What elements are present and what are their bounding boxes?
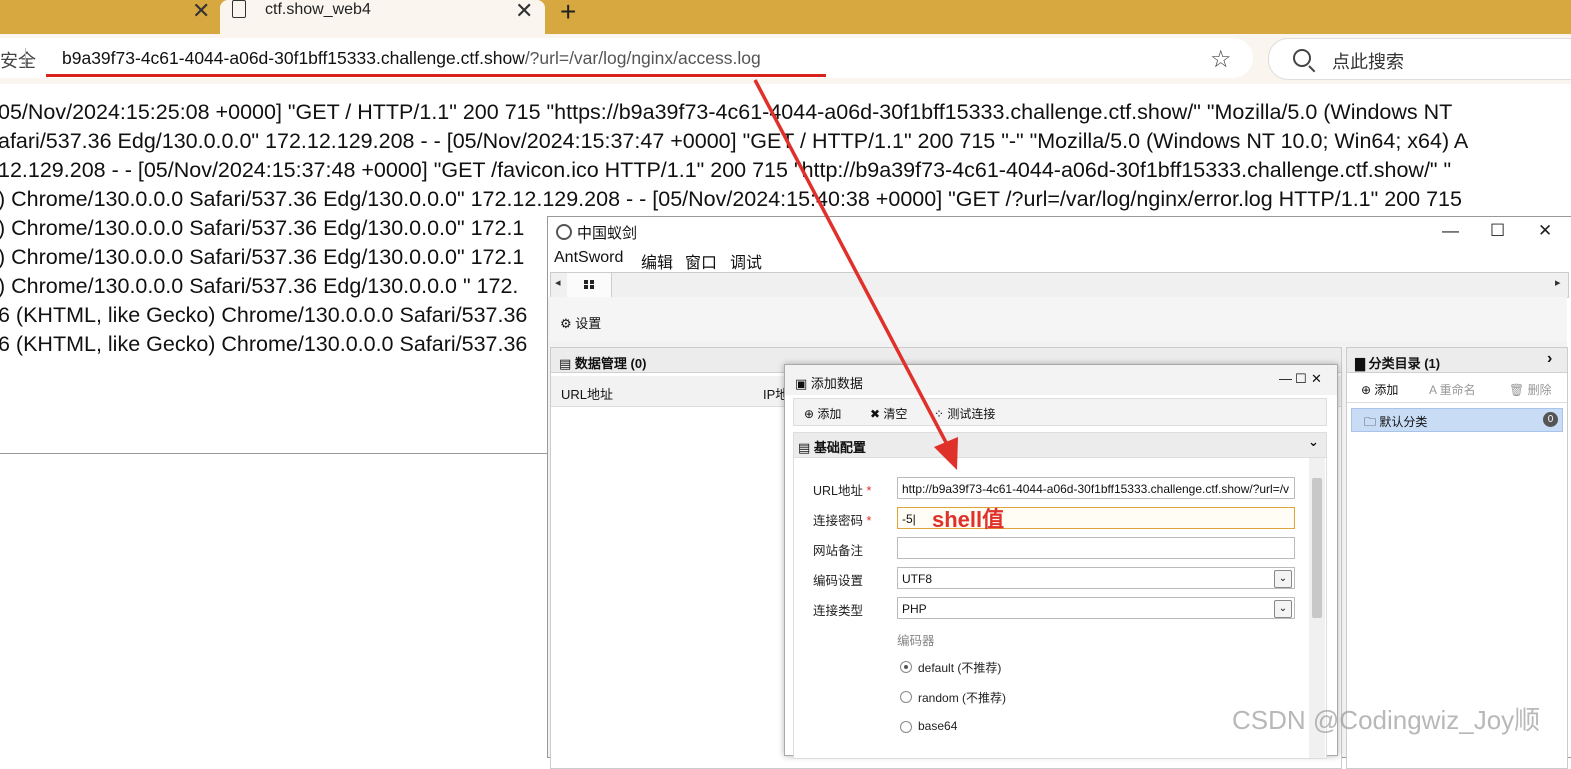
encoder-option-label: default (不推荐) xyxy=(918,661,1002,675)
rename-category-button[interactable]: A 重命名 xyxy=(1429,381,1476,398)
panel-title: ▤ 数据管理 (0) xyxy=(559,356,647,371)
chevron-right-icon[interactable]: › xyxy=(1547,350,1552,368)
maximize-icon[interactable]: ☐ xyxy=(1295,371,1307,387)
encoding-label: 编码设置 xyxy=(813,574,864,588)
divider xyxy=(0,453,548,454)
close-icon[interactable]: ✕ xyxy=(1311,371,1322,387)
column-url[interactable]: URL地址 xyxy=(561,384,613,403)
window-titlebar: 中国蚁剑 — ☐ ✕ xyxy=(548,217,1571,247)
category-toolbar: ⊕ 添加 A 重命名 🗑 删除 xyxy=(1347,374,1567,403)
encoder-option-label: random (不推荐) xyxy=(918,691,1007,705)
encoding-value: UTF8 xyxy=(902,572,932,586)
tab-previous[interactable]: ✕ xyxy=(0,0,218,34)
log-line: 6 (KHTML, like Gecko) Chrome/130.0.0.0 S… xyxy=(0,303,528,327)
note-field[interactable] xyxy=(897,537,1295,559)
basic-config-header[interactable]: ▤ 基础配置 ⌄ xyxy=(793,432,1327,458)
chevron-down-icon[interactable]: ⌄ xyxy=(1274,570,1292,588)
dialog-titlebar: ▣ 添加数据 — ☐ ✕ xyxy=(785,365,1337,395)
delete-category-button[interactable]: 🗑 删除 xyxy=(1509,381,1552,398)
type-label: 连接类型 xyxy=(813,604,864,618)
password-label: 连接密码 * xyxy=(813,514,872,528)
new-tab-icon[interactable]: + xyxy=(560,0,576,28)
grid-icon xyxy=(584,280,594,289)
encoder-radio-default[interactable] xyxy=(900,661,912,673)
add-data-dialog: ▣ 添加数据 — ☐ ✕ ⊕ 添加 ✖ 清空 ⁘ 测试连接 ▤ 基础配置 ⌄ U… xyxy=(784,364,1338,759)
log-line: 6 (KHTML, like Gecko) Chrome/130.0.0.0 S… xyxy=(0,332,528,356)
log-line: 12.129.208 - - [05/Nov/2024:15:37:48 +00… xyxy=(0,158,1452,182)
search-input[interactable]: 点此搜索 xyxy=(1268,38,1571,80)
search-placeholder: 点此搜索 xyxy=(1332,52,1404,72)
tab-home[interactable] xyxy=(567,273,612,297)
log-line: ) Chrome/130.0.0.0 Safari/537.36 Edg/130… xyxy=(0,274,519,298)
watermark: CSDN @Codingwiz_Joy顺 xyxy=(1232,705,1541,735)
close-icon[interactable]: ✕ xyxy=(192,0,210,22)
type-value: PHP xyxy=(902,602,927,616)
test-connection-button[interactable]: ⁘ 测试连接 xyxy=(934,405,995,422)
annotation-label: shell值 xyxy=(932,507,1005,532)
note-label: 网站备注 xyxy=(813,544,864,558)
url-host: b9a39f73-4c61-4044-a06d-30f1bff15333.cha… xyxy=(62,48,525,68)
log-line: ) Chrome/130.0.0.0 Safari/537.36 Edg/130… xyxy=(0,187,1462,211)
minimize-icon[interactable]: — xyxy=(1442,221,1459,241)
menu-debug[interactable]: 调试 xyxy=(730,249,762,273)
log-line: ) Chrome/130.0.0.0 Safari/537.36 Edg/130… xyxy=(0,245,525,269)
favorite-star-icon[interactable]: ☆ xyxy=(1210,45,1232,74)
settings-button[interactable]: ⚙ 设置 xyxy=(560,313,601,332)
scroll-left-icon[interactable]: ◂ xyxy=(555,276,561,289)
type-select[interactable]: PHP ⌄ xyxy=(897,597,1295,619)
tab-title: ctf.show_web4 xyxy=(265,1,371,18)
encoding-select[interactable]: UTF8 ⌄ xyxy=(897,567,1295,589)
clear-button[interactable]: ✖ 清空 xyxy=(870,405,907,422)
search-icon xyxy=(1293,49,1311,67)
scroll-right-icon[interactable]: ▸ xyxy=(1555,276,1561,289)
encoder-radio-base64[interactable] xyxy=(900,721,912,733)
menu-antsword[interactable]: AntSword xyxy=(554,249,623,267)
scrollbar-thumb[interactable] xyxy=(1312,478,1322,618)
chevron-down-icon[interactable]: ⌄ xyxy=(1274,600,1292,618)
add-button[interactable]: ⊕ 添加 xyxy=(804,405,841,422)
add-category-button[interactable]: ⊕ 添加 xyxy=(1361,381,1398,398)
antsword-logo-icon xyxy=(556,224,572,240)
url-field[interactable]: http://b9a39f73-4c61-4044-a06d-30f1bff15… xyxy=(897,477,1295,499)
encoder-label: 编码器 xyxy=(897,634,935,648)
dialog-toolbar: ⊕ 添加 ✖ 清空 ⁘ 测试连接 xyxy=(793,398,1327,426)
menu-edit[interactable]: 编辑 xyxy=(641,249,673,273)
panel-title: ▇ 分类目录 (1) xyxy=(1355,356,1441,371)
annotation-underline xyxy=(46,74,826,77)
chevron-down-icon[interactable]: ⌄ xyxy=(1308,434,1319,450)
close-icon[interactable]: ✕ xyxy=(1538,221,1552,241)
minimize-icon[interactable]: — xyxy=(1279,371,1292,386)
divider xyxy=(25,48,26,68)
maximize-icon[interactable]: ☐ xyxy=(1490,221,1505,241)
tab-active[interactable]: ctf.show_web4 ✕ xyxy=(220,0,545,34)
panel-header: ▇ 分类目录 (1) › xyxy=(1347,348,1567,373)
address-url[interactable]: b9a39f73-4c61-4044-a06d-30f1bff15333.cha… xyxy=(62,48,761,69)
address-bar[interactable]: 安全 b9a39f73-4c61-4044-a06d-30f1bff15333.… xyxy=(0,38,1253,78)
menu-bar: AntSword 编辑 窗口 调试 xyxy=(548,247,1571,273)
window-title: 中国蚁剑 xyxy=(577,225,638,242)
category-item-default[interactable]: 🗀 默认分类 0 xyxy=(1351,408,1563,432)
tab-bar: ◂ ▸ xyxy=(550,272,1569,298)
security-label[interactable]: 安全 xyxy=(0,47,36,73)
category-label: 🗀 默认分类 xyxy=(1364,415,1428,429)
url-label: URL地址 * xyxy=(813,484,872,498)
tab-strip: ✕ ctf.show_web4 ✕ + xyxy=(0,0,1571,34)
document-icon xyxy=(232,0,246,18)
count-badge: 0 xyxy=(1543,412,1558,427)
dialog-title: ▣ 添加数据 xyxy=(795,376,863,391)
log-line: ) Chrome/130.0.0.0 Safari/537.36 Edg/130… xyxy=(0,216,525,240)
menu-window[interactable]: 窗口 xyxy=(685,249,717,273)
log-line: 05/Nov/2024:15:25:08 +0000] "GET / HTTP/… xyxy=(0,100,1453,124)
section-title: ▤ 基础配置 xyxy=(798,440,866,455)
url-path: /?url=/var/log/nginx/access.log xyxy=(524,48,761,68)
encoder-option-label: base64 xyxy=(918,719,958,733)
encoder-radio-random[interactable] xyxy=(900,691,912,703)
log-line: afari/537.36 Edg/130.0.0.0" 172.12.129.2… xyxy=(0,129,1469,153)
settings-bar xyxy=(550,297,1567,341)
close-icon[interactable]: ✕ xyxy=(515,0,533,22)
